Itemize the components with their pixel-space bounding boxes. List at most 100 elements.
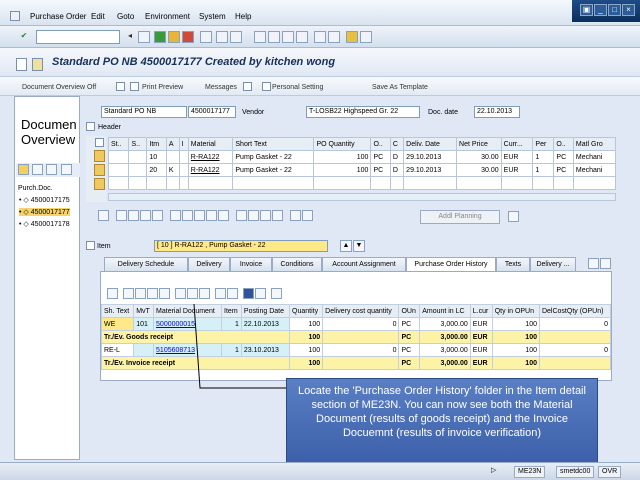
lock-icon[interactable] — [182, 210, 193, 221]
tab-delivery-more[interactable]: Delivery ... — [530, 257, 576, 271]
list-item[interactable]: • ◇ 4500017178 — [19, 220, 70, 228]
vendor-field[interactable]: T-LOSB22 Highspeed Gr. 22 — [306, 106, 420, 118]
save-icon[interactable] — [138, 31, 150, 43]
print-icon[interactable] — [200, 31, 212, 43]
selection-icon[interactable] — [18, 164, 29, 175]
unit-cell[interactable]: PC — [370, 163, 391, 177]
horizontal-scrollbar[interactable] — [108, 193, 616, 201]
planning-settings-icon[interactable] — [508, 211, 519, 222]
column-header[interactable]: O.. — [553, 137, 574, 151]
details-icon[interactable] — [107, 288, 118, 299]
column-header[interactable]: St.. — [107, 137, 130, 151]
exit-icon[interactable] — [168, 31, 180, 43]
export-icon[interactable] — [199, 288, 210, 299]
insert-mode[interactable]: OVR — [598, 466, 622, 478]
item-cell[interactable]: 20 — [146, 163, 167, 177]
column-header[interactable]: Delivery cost quantity — [322, 304, 400, 318]
layout-icon[interactable] — [290, 210, 301, 221]
sort-asc-icon[interactable] — [236, 210, 247, 221]
enter-icon[interactable]: ✔ — [18, 31, 30, 43]
window-icon[interactable]: ▣ — [580, 4, 593, 16]
maximize-icon[interactable]: □ — [608, 4, 621, 16]
close-icon[interactable]: × — [622, 4, 635, 16]
list-item[interactable]: • ◇ 4500017177 — [19, 208, 70, 216]
details-icon[interactable] — [98, 210, 109, 221]
document-type-select[interactable]: Standard PO NB — [101, 106, 187, 118]
unit-cell[interactable]: PC — [553, 163, 574, 177]
delete-icon[interactable] — [170, 210, 181, 221]
column-header[interactable]: Short Text — [232, 137, 315, 151]
cell[interactable] — [178, 150, 189, 164]
cell[interactable]: D — [389, 163, 405, 177]
find-icon[interactable] — [216, 31, 228, 43]
net-price-cell[interactable]: 30.00 — [456, 150, 502, 164]
column-header[interactable]: Itm — [146, 137, 167, 151]
previous-page-icon[interactable] — [268, 31, 280, 43]
list-item[interactable]: • ◇ 4500017175 — [19, 196, 70, 204]
find-next-icon[interactable] — [230, 31, 242, 43]
filter-icon[interactable] — [147, 288, 158, 299]
column-header[interactable]: Curr... — [500, 137, 534, 151]
copy-icon[interactable] — [46, 164, 58, 175]
next-page-icon[interactable] — [282, 31, 294, 43]
help-icon[interactable] — [346, 31, 358, 43]
info-icon[interactable] — [243, 288, 254, 299]
table-row[interactable]: 20 K R-RA122 Pump Gasket - 22 100 PC D 2… — [107, 163, 617, 177]
currency-cell[interactable]: EUR — [500, 163, 534, 177]
next-item-icon[interactable]: ▼ — [353, 240, 365, 252]
quantity-cell[interactable]: 100 — [313, 163, 372, 177]
item-select[interactable]: [ 10 ] R-RA122 , Pump Gasket - 22 — [154, 240, 328, 252]
column-header[interactable]: OUn — [398, 304, 421, 318]
cell[interactable]: K — [165, 163, 180, 177]
undo-icon[interactable] — [218, 210, 229, 221]
column-header[interactable]: Net Price — [456, 137, 502, 151]
item-cell[interactable]: 10 — [146, 150, 167, 164]
per-cell[interactable]: 1 — [532, 150, 555, 164]
column-header[interactable]: Amount in LC — [419, 304, 471, 318]
column-header[interactable]: Per — [532, 137, 555, 151]
table-row[interactable]: WE 101 5000000015 1 22.10.2013 100 0 PC … — [100, 317, 612, 331]
menu-environment[interactable]: Environment — [145, 12, 190, 21]
material-cell[interactable]: R-RA122 — [187, 150, 234, 164]
deselect-icon[interactable] — [128, 210, 139, 221]
document-overview-off-button[interactable]: Document Overview Off — [22, 84, 96, 91]
tab-account-assignment[interactable]: Account Assignment — [322, 257, 406, 271]
choose-layout-icon[interactable] — [227, 288, 238, 299]
column-header[interactable]: C — [389, 137, 405, 151]
cell[interactable] — [178, 163, 189, 177]
doc-date-field[interactable]: 22.10.2013 — [474, 106, 520, 118]
sort-desc-icon[interactable] — [248, 210, 259, 221]
sort-asc-icon[interactable] — [123, 288, 134, 299]
quantity-cell[interactable]: 100 — [313, 150, 372, 164]
save-as-template-button[interactable]: Save As Template — [372, 84, 428, 91]
material-cell[interactable]: R-RA122 — [187, 163, 234, 177]
expand-items-icon[interactable] — [95, 138, 104, 147]
po-number-field[interactable]: 4500017177 — [188, 106, 236, 118]
shortcut-icon[interactable] — [328, 31, 340, 43]
previous-item-icon[interactable]: ▲ — [340, 240, 352, 252]
net-price-cell[interactable]: 30.00 — [456, 163, 502, 177]
column-header[interactable]: PO Quantity — [313, 137, 372, 151]
cell[interactable] — [165, 150, 180, 164]
tab-conditions[interactable]: Conditions — [272, 257, 322, 271]
scroll-tabs-right-icon[interactable] — [600, 258, 611, 269]
unit-cell[interactable]: PC — [553, 150, 574, 164]
row-selector[interactable] — [94, 164, 105, 176]
menu-system[interactable]: System — [199, 12, 226, 21]
back-icon[interactable] — [154, 31, 166, 43]
settings-icon[interactable] — [302, 210, 313, 221]
table-row[interactable]: RE-L 5105608713 1 23.10.2013 100 0 PC 3,… — [100, 343, 612, 357]
variant-icon[interactable] — [60, 164, 72, 175]
graphic-icon[interactable] — [255, 288, 266, 299]
per-cell[interactable]: 1 — [532, 163, 555, 177]
currency-cell[interactable]: EUR — [500, 150, 534, 164]
expand-header-icon[interactable] — [86, 122, 95, 131]
table-row[interactable]: 10 R-RA122 Pump Gasket - 22 100 PC D 29.… — [107, 150, 617, 164]
new-session-icon[interactable] — [314, 31, 326, 43]
tab-delivery[interactable]: Delivery — [188, 257, 230, 271]
tab-invoice[interactable]: Invoice — [230, 257, 272, 271]
refresh-icon[interactable] — [271, 288, 282, 299]
scroll-tabs-left-icon[interactable] — [588, 258, 599, 269]
addl-planning-button[interactable]: Addl Planning — [420, 210, 500, 224]
column-header[interactable]: Material — [187, 137, 234, 151]
